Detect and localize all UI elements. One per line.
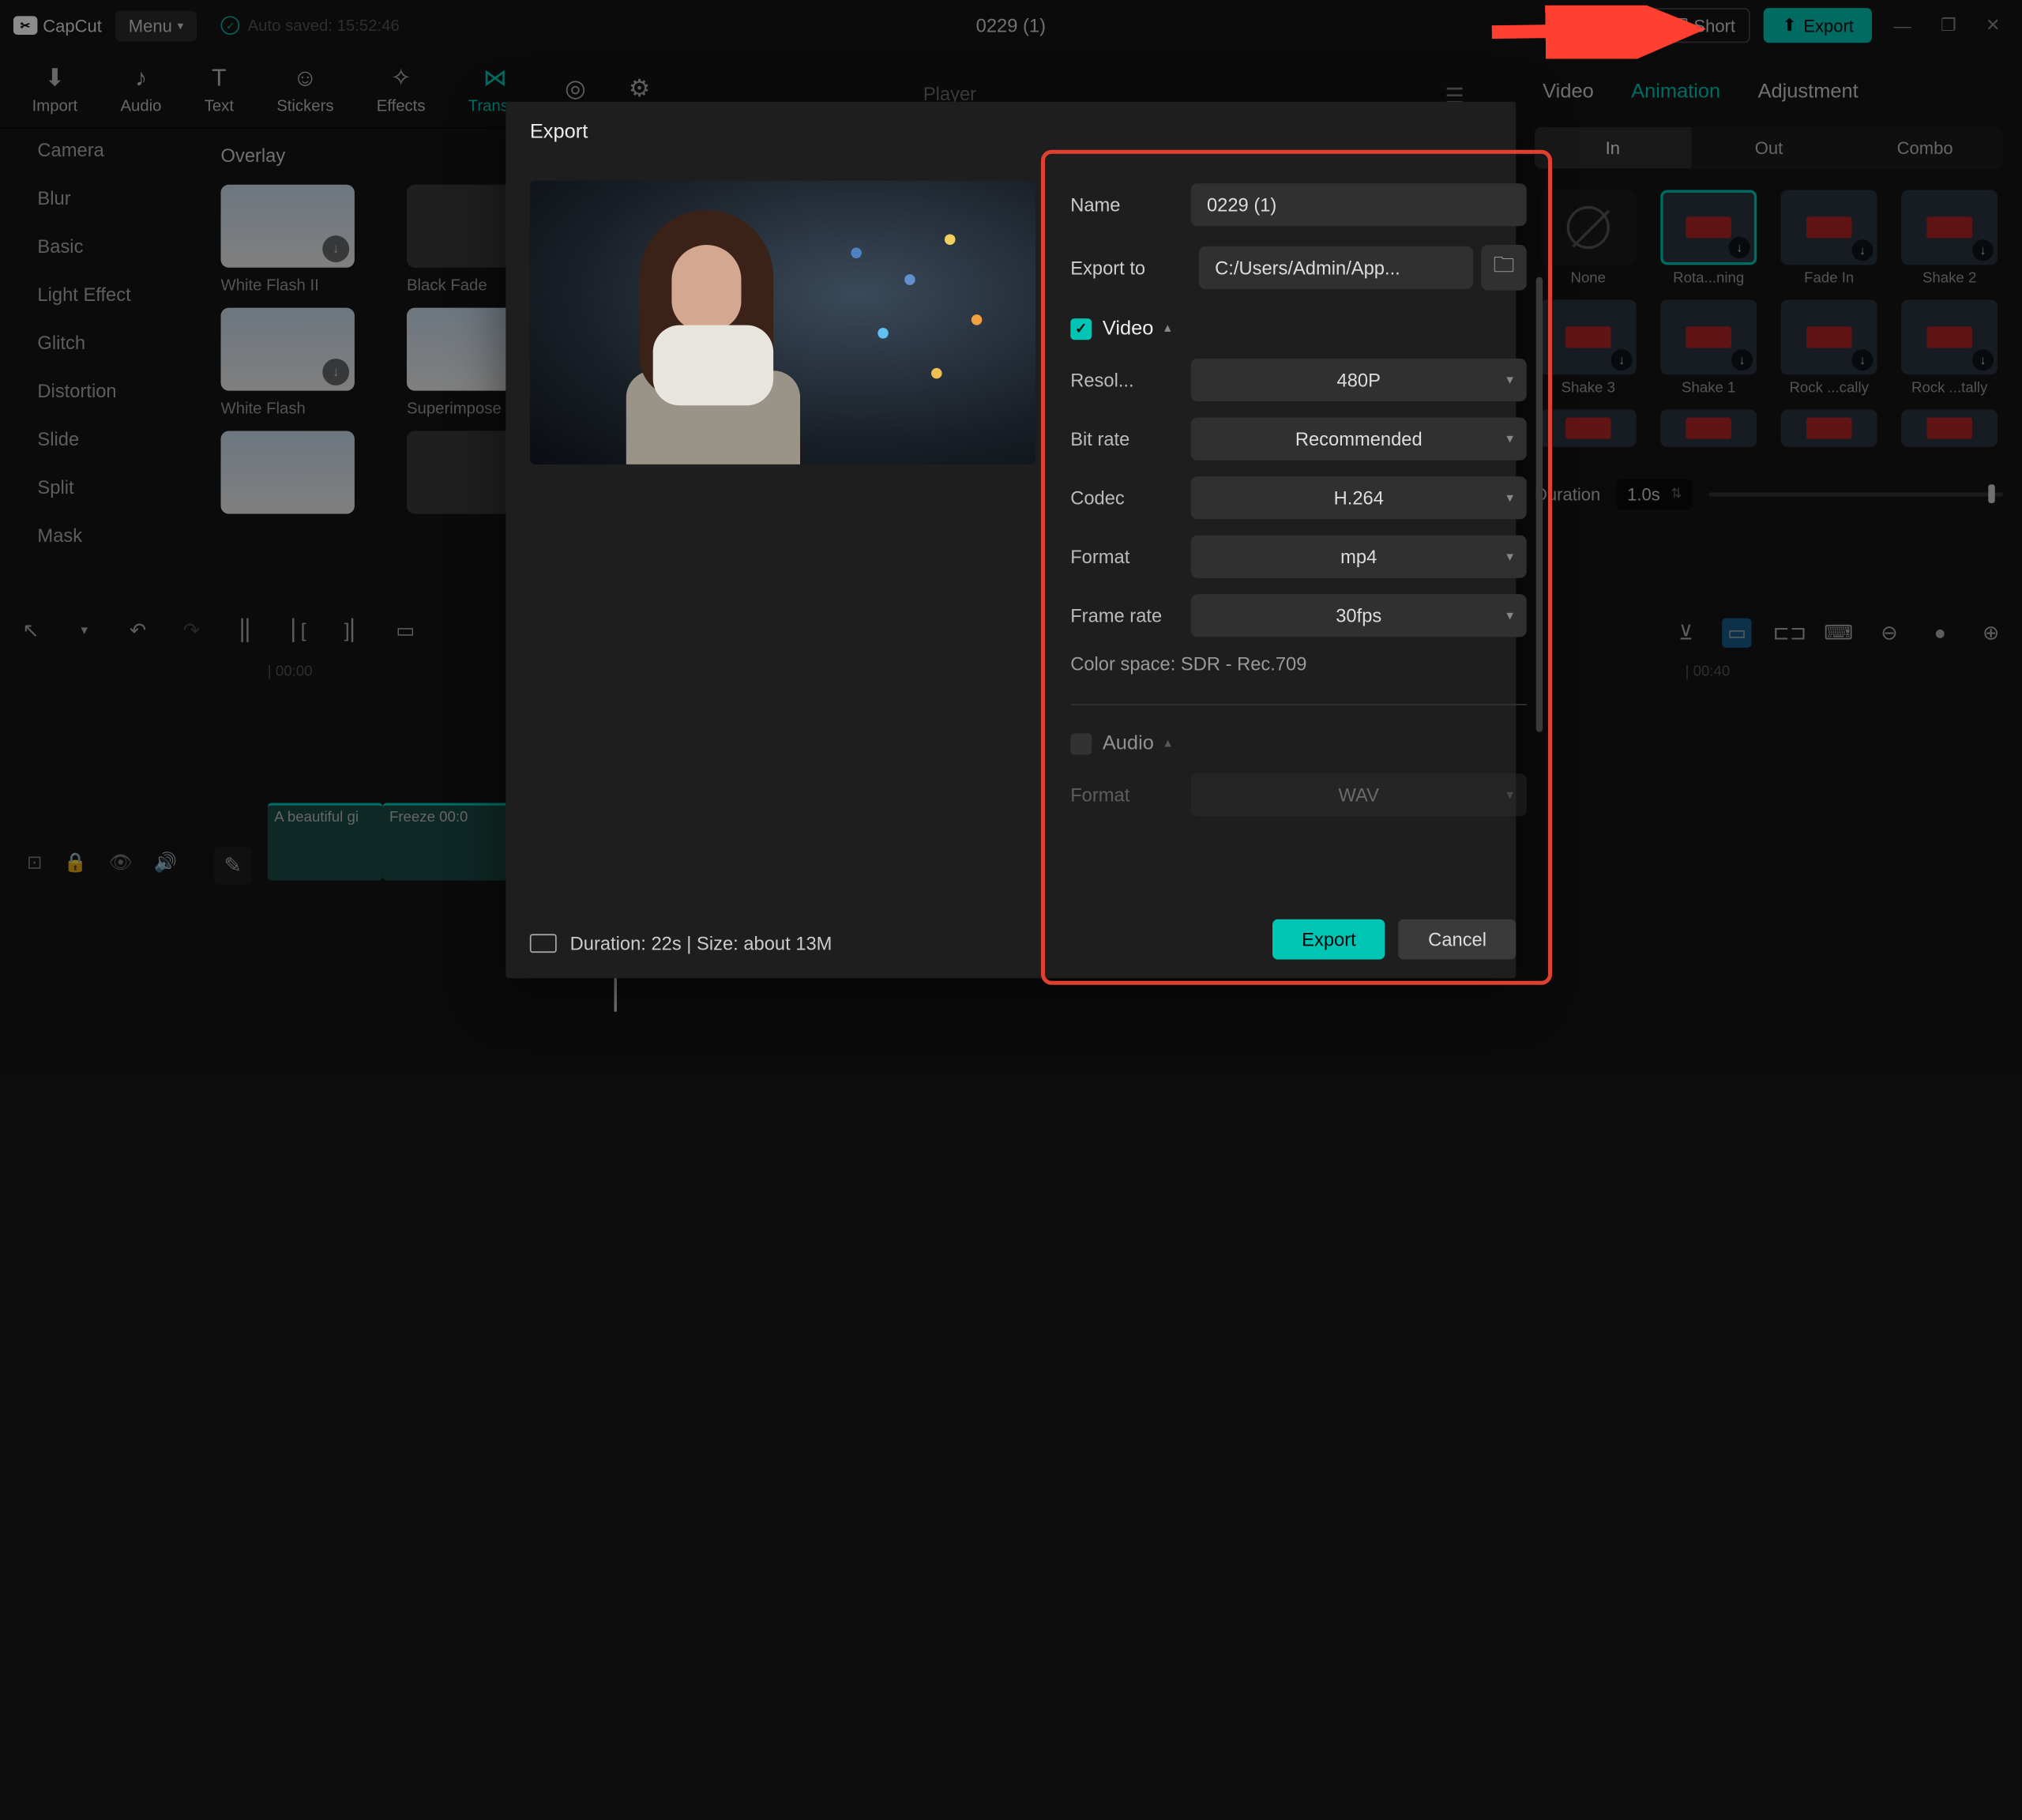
format-label: Format [1070, 546, 1190, 567]
name-input[interactable] [1191, 183, 1527, 226]
chevron-down-icon: ▾ [1506, 549, 1513, 564]
export-info: Duration: 22s | Size: about 13M [530, 933, 832, 954]
export-modal: Export Name Export to 🗀 [506, 102, 1516, 979]
chevron-down-icon: ▾ [1506, 788, 1513, 803]
colorspace-info: Color space: SDR - Rec.709 [1070, 653, 1527, 675]
resolution-label: Resol... [1070, 370, 1190, 391]
collapse-arrow-icon: ▴ [1164, 736, 1171, 751]
codec-select[interactable]: H.264 ▾ [1191, 476, 1527, 519]
framerate-select[interactable]: 30fps ▾ [1191, 594, 1527, 637]
format-select[interactable]: mp4 ▾ [1191, 536, 1527, 578]
audio-section-toggle[interactable]: ✓ Audio ▴ [1070, 732, 1527, 755]
bitrate-select[interactable]: Recommended ▾ [1191, 418, 1527, 461]
browse-folder-button[interactable]: 🗀 [1481, 245, 1527, 291]
preview-column [530, 156, 1035, 978]
chevron-down-icon: ▾ [1506, 373, 1513, 388]
select-value: 480P [1337, 370, 1381, 391]
modal-cancel-button[interactable]: Cancel [1399, 919, 1516, 960]
export-info-text: Duration: 22s | Size: about 13M [570, 933, 832, 954]
checkbox-on-icon[interactable]: ✓ [1070, 318, 1092, 339]
select-value: mp4 [1340, 546, 1377, 567]
video-section-toggle[interactable]: ✓ Video ▴ [1070, 317, 1527, 340]
chevron-down-icon: ▾ [1506, 491, 1513, 506]
export-form: Name Export to 🗀 ✓ Video ▴ Resol... 480P… [1051, 156, 1545, 978]
exportto-input[interactable] [1199, 246, 1473, 289]
bitrate-label: Bit rate [1070, 428, 1190, 449]
section-title: Video [1103, 317, 1154, 340]
folder-icon: 🗀 [1493, 250, 1514, 286]
section-title: Audio [1103, 732, 1154, 755]
audio-format-select[interactable]: WAV ▾ [1191, 773, 1527, 816]
resolution-select[interactable]: 480P ▾ [1191, 359, 1527, 401]
film-icon [530, 934, 557, 953]
select-value: WAV [1339, 784, 1379, 806]
framerate-label: Frame rate [1070, 605, 1190, 626]
exportto-label: Export to [1070, 257, 1190, 278]
select-value: 30fps [1336, 605, 1381, 626]
video-preview [530, 181, 1035, 464]
chevron-down-icon: ▾ [1506, 608, 1513, 623]
modal-export-button[interactable]: Export [1272, 919, 1385, 960]
audio-format-label: Format [1070, 784, 1190, 806]
select-value: Recommended [1295, 428, 1423, 449]
codec-label: Codec [1070, 487, 1190, 509]
name-label: Name [1070, 194, 1190, 216]
collapse-arrow-icon: ▴ [1164, 322, 1171, 337]
select-value: H.264 [1334, 487, 1384, 509]
chevron-down-icon: ▾ [1506, 431, 1513, 446]
modal-title: Export [506, 102, 1516, 156]
checkbox-off-icon[interactable]: ✓ [1070, 732, 1092, 754]
scrollbar[interactable] [1536, 277, 1543, 732]
